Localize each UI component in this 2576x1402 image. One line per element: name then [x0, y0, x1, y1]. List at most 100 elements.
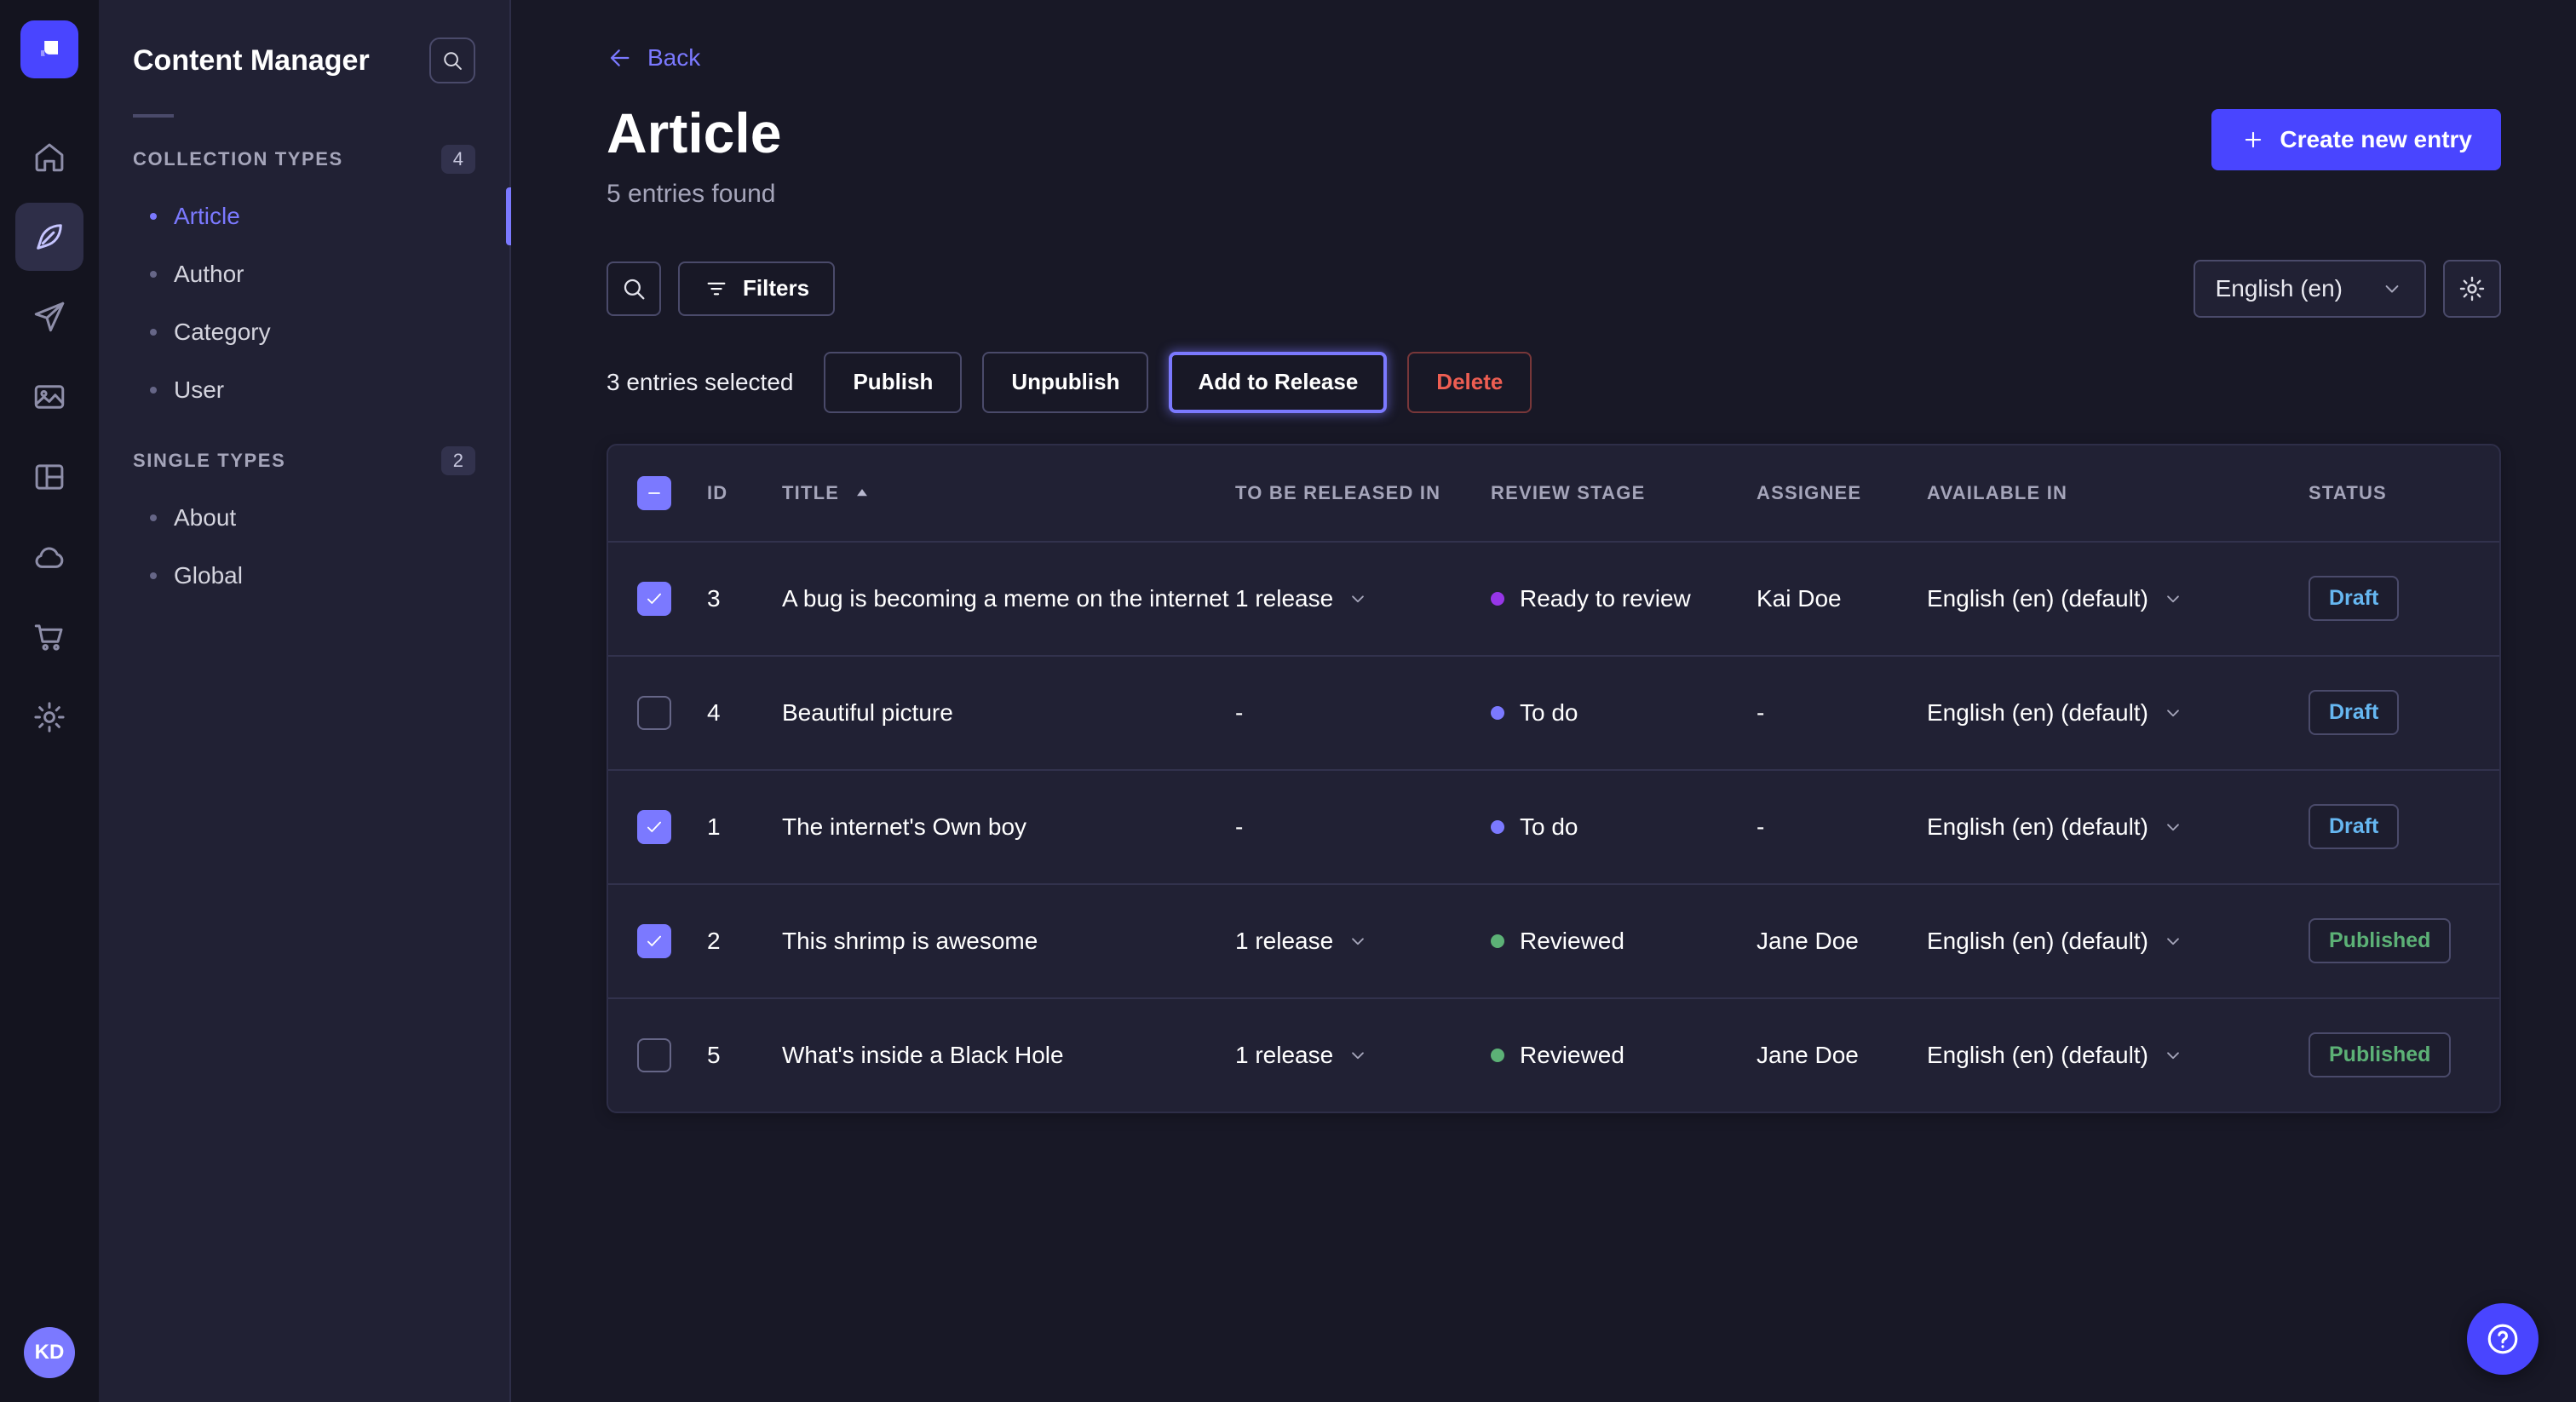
column-header-title[interactable]: TITLE: [782, 482, 1235, 504]
release-value: 1 release: [1235, 1042, 1333, 1069]
home-nav-button[interactable]: [15, 123, 83, 191]
settings-nav-button[interactable]: [15, 683, 83, 751]
bullet-icon: [150, 572, 157, 579]
status-badge: Published: [2309, 1032, 2451, 1077]
column-header-review-stage[interactable]: REVIEW STAGE: [1491, 482, 1757, 504]
nav-rail-items: [15, 123, 83, 751]
cell-status: Published: [2309, 918, 2479, 963]
row-checkbox[interactable]: [637, 696, 671, 730]
section-header-single-types[interactable]: SINGLE TYPES 2: [99, 446, 509, 475]
search-button[interactable]: [607, 261, 661, 316]
cell-review-stage: To do: [1491, 699, 1757, 727]
column-header-id[interactable]: ID: [707, 482, 782, 504]
delete-button[interactable]: Delete: [1407, 352, 1532, 413]
sidebar-header: Content Manager: [99, 37, 509, 83]
filters-button[interactable]: Filters: [678, 261, 835, 316]
sidebar-item-author[interactable]: Author: [99, 245, 509, 303]
create-new-entry-button[interactable]: Create new entry: [2211, 109, 2501, 170]
cell-status: Draft: [2309, 690, 2479, 735]
filters-label: Filters: [743, 275, 809, 302]
locale-selected-value: English (en): [2216, 275, 2343, 302]
select-all-checkbox[interactable]: [637, 476, 671, 510]
create-button-label: Create new entry: [2280, 126, 2472, 153]
chevron-down-icon[interactable]: [2162, 702, 2184, 724]
row-checkbox[interactable]: [637, 810, 671, 844]
content-type-builder-nav-button[interactable]: [15, 443, 83, 511]
home-icon: [32, 139, 67, 175]
column-header-status[interactable]: STATUS: [2309, 482, 2479, 504]
entries-count: 5 entries found: [607, 180, 781, 209]
table-row[interactable]: 2 This shrimp is awesome 1 release Revie…: [608, 883, 2499, 997]
sidebar-section-collection-types: COLLECTION TYPES 4 ArticleAuthorCategory…: [99, 145, 509, 419]
deploy-nav-button[interactable]: [15, 283, 83, 351]
content-manager-nav-button[interactable]: [15, 203, 83, 271]
chevron-down-icon[interactable]: [2162, 588, 2184, 610]
section-label: SINGLE TYPES: [133, 450, 285, 472]
row-checkbox[interactable]: [637, 1038, 671, 1072]
chevron-down-icon[interactable]: [1347, 930, 1369, 952]
column-header-assignee[interactable]: ASSIGNEE: [1757, 482, 1927, 504]
media-library-nav-button[interactable]: [15, 363, 83, 431]
sidebar-item-global[interactable]: Global: [99, 547, 509, 605]
status-badge: Published: [2309, 918, 2451, 963]
table-row[interactable]: 3 A bug is becoming a meme on the intern…: [608, 541, 2499, 655]
cell-select: [629, 1038, 707, 1072]
add-to-release-button[interactable]: Add to Release: [1169, 352, 1387, 413]
column-header-to-be-released-in[interactable]: TO BE RELEASED IN: [1235, 482, 1491, 504]
list-settings-button[interactable]: [2443, 260, 2501, 318]
section-items: ArticleAuthorCategoryUser: [99, 187, 509, 419]
cell-assignee: -: [1757, 813, 1927, 841]
section-header-collection-types[interactable]: COLLECTION TYPES 4: [99, 145, 509, 174]
chevron-down-icon[interactable]: [2162, 930, 2184, 952]
filter-icon: [704, 276, 729, 302]
entries-table: IDTITLETO BE RELEASED INREVIEW STAGEASSI…: [607, 444, 2501, 1113]
status-badge: Draft: [2309, 804, 2399, 849]
help-button[interactable]: [2467, 1303, 2539, 1375]
search-icon: [620, 275, 647, 302]
sidebar-item-label: About: [174, 504, 236, 531]
sidebar-item-about[interactable]: About: [99, 489, 509, 547]
sidebar-item-user[interactable]: User: [99, 361, 509, 419]
table-row[interactable]: 4 Beautiful picture - To do - English (e…: [608, 655, 2499, 769]
cloud-nav-button[interactable]: [15, 523, 83, 591]
nav-rail: KD: [0, 0, 99, 1402]
release-value: -: [1235, 699, 1243, 727]
column-label: STATUS: [2309, 482, 2387, 504]
user-avatar[interactable]: KD: [24, 1327, 75, 1378]
bullet-icon: [150, 514, 157, 521]
sort-ascending-icon[interactable]: [851, 482, 873, 504]
row-checkbox[interactable]: [637, 924, 671, 958]
table-row[interactable]: 1 The internet's Own boy - To do - Engli…: [608, 769, 2499, 883]
sidebar-search-button[interactable]: [429, 37, 475, 83]
stage-dot-icon: [1491, 1049, 1504, 1062]
marketplace-icon: [32, 619, 67, 655]
cell-select: [629, 696, 707, 730]
locale-value: English (en) (default): [1927, 1042, 2148, 1069]
stage-label: To do: [1520, 813, 1578, 841]
chevron-down-icon[interactable]: [1347, 588, 1369, 610]
unpublish-button[interactable]: Unpublish: [982, 352, 1148, 413]
chevron-down-icon[interactable]: [2162, 1044, 2184, 1066]
cell-id: 1: [707, 813, 782, 841]
publish-button[interactable]: Publish: [824, 352, 962, 413]
chevron-down-icon[interactable]: [1347, 1044, 1369, 1066]
deploy-icon: [32, 299, 67, 335]
stage-dot-icon: [1491, 820, 1504, 834]
bullet-icon: [150, 271, 157, 278]
row-checkbox[interactable]: [637, 582, 671, 616]
section-label: COLLECTION TYPES: [133, 148, 343, 170]
table-row[interactable]: 5 What's inside a Black Hole 1 release R…: [608, 997, 2499, 1112]
locale-select[interactable]: English (en): [2194, 260, 2426, 318]
marketplace-nav-button[interactable]: [15, 603, 83, 671]
stage-label: Reviewed: [1520, 928, 1624, 955]
strapi-logo[interactable]: [20, 20, 78, 78]
sidebar-item-article[interactable]: Article: [99, 187, 509, 245]
column-header-available-in[interactable]: AVAILABLE IN: [1927, 482, 2309, 504]
selection-count: 3 entries selected: [607, 369, 793, 396]
chevron-down-icon[interactable]: [2162, 816, 2184, 838]
back-button[interactable]: Back: [607, 44, 700, 72]
cell-available-in: English (en) (default): [1927, 813, 2309, 841]
sidebar-item-category[interactable]: Category: [99, 303, 509, 361]
section-count-badge: 4: [441, 145, 475, 174]
status-badge: Draft: [2309, 690, 2399, 735]
